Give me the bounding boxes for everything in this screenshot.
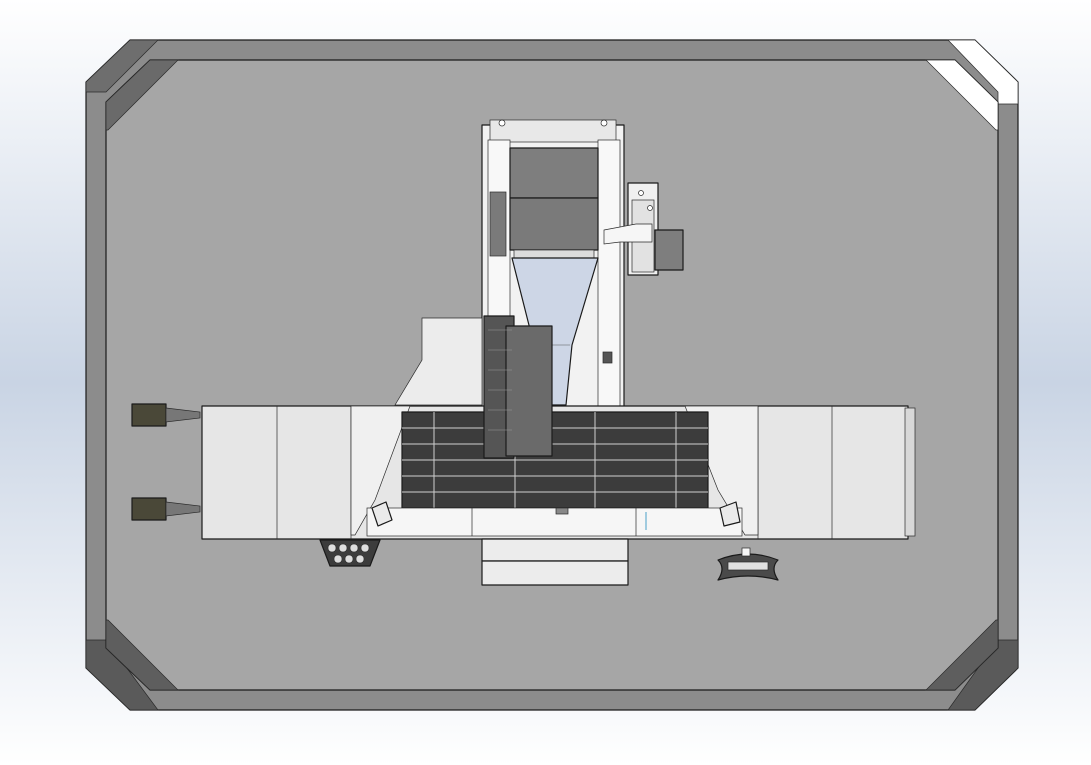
front-step-box-lower xyxy=(481,560,629,586)
spindle-motor-cap xyxy=(513,249,595,259)
rotary-indexer-body xyxy=(505,325,553,457)
column-right-rail xyxy=(597,139,621,411)
spindle-motor-upper xyxy=(509,147,599,199)
column-bolt-tr xyxy=(600,119,608,127)
front-step-box-upper xyxy=(481,538,629,562)
machine-enclosure-top-view[interactable] xyxy=(0,0,1091,765)
column-sensor xyxy=(602,351,613,364)
column-top-rail xyxy=(489,119,617,143)
cad-viewport[interactable] xyxy=(0,0,1091,765)
right-end-cap xyxy=(904,407,916,537)
table-front-apron xyxy=(366,507,743,537)
side-motor xyxy=(654,229,684,271)
spindle-motor-lower xyxy=(509,197,599,251)
column-bolt-tl xyxy=(498,119,506,127)
column-left-slider xyxy=(489,191,507,257)
tool-holder-rack[interactable] xyxy=(319,539,381,567)
